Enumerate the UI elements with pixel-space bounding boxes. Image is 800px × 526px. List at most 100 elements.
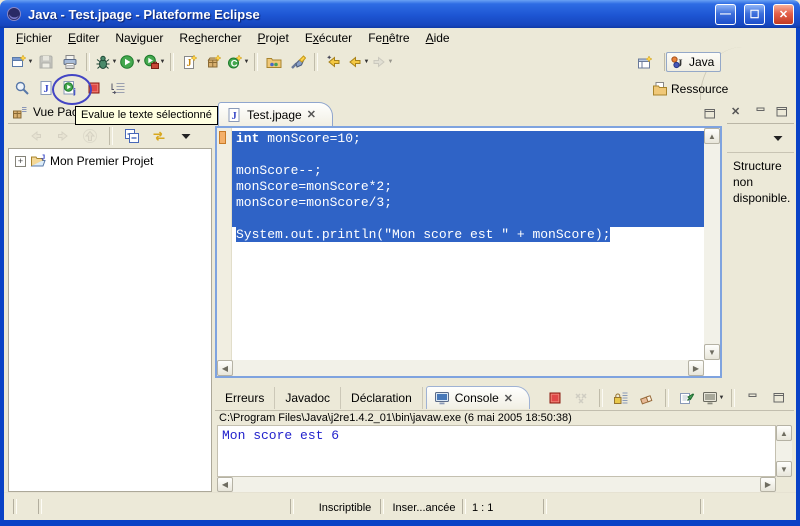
maximize-button[interactable]: ☐ [744, 4, 765, 25]
menu-aide[interactable]: Aide [418, 29, 458, 47]
maximize-outline-button[interactable] [774, 104, 790, 120]
menu-editer[interactable]: Editer [60, 29, 107, 47]
code-editor[interactable]: int monScore=10;monScore--;monScore=monS… [215, 126, 722, 378]
tab-javadoc[interactable]: Javadoc [275, 387, 341, 409]
menu-bar: FichierEditerNaviguerRechercherProjetExé… [4, 28, 796, 47]
status-writable: Inscriptible [302, 502, 388, 514]
back-button[interactable]: ▼ [346, 51, 370, 73]
new-java-project-button[interactable]: J [178, 51, 202, 73]
perspective-java-button[interactable]: J Java [666, 52, 721, 72]
minimize-button[interactable]: — [715, 4, 736, 25]
java-perspective-icon: J [670, 54, 686, 70]
dropdown-arrow-icon[interactable]: ▼ [719, 395, 725, 401]
dropdown-arrow-icon[interactable]: ▼ [28, 59, 34, 65]
close-editor-tab-icon[interactable]: ✕ [307, 108, 316, 121]
scroll-up-button[interactable]: ▲ [704, 128, 720, 144]
status-insert-mode: Inser...ancée [388, 502, 460, 514]
console-scroll-left-button[interactable]: ◀ [217, 477, 233, 492]
up-button [78, 125, 102, 147]
minimize-view-button[interactable] [741, 387, 765, 409]
menu-excuter[interactable]: Exécuter [297, 29, 360, 47]
console-scroll-right-button[interactable]: ▶ [760, 477, 776, 492]
console-icon [434, 390, 450, 406]
tree-item-label: Mon Premier Projet [50, 154, 153, 168]
status-divider [700, 499, 704, 514]
debug-button[interactable]: ▼ [94, 51, 118, 73]
tree-item-mon-premier-projet[interactable]: +JMon Premier Projet [11, 153, 209, 169]
open-type-button[interactable] [262, 51, 286, 73]
menu-projet[interactable]: Projet [249, 29, 296, 47]
main-toolbar-row1: ▼▼▼▼JC▼▼▼ [4, 49, 394, 75]
print-button[interactable] [58, 51, 82, 73]
run-external-tools-button[interactable]: ▼ [142, 51, 166, 73]
dropdown-arrow-icon[interactable]: ▼ [112, 59, 118, 65]
clear-console-button[interactable] [635, 387, 659, 409]
last-edit-location-button[interactable] [322, 51, 346, 73]
outline-menu-button[interactable] [770, 130, 786, 146]
open-perspective-button[interactable] [633, 52, 657, 74]
dropdown-arrow-icon[interactable]: ▼ [388, 59, 394, 65]
pin-console-button[interactable] [675, 387, 699, 409]
package-explorer-tab-label: Vue Pac [33, 105, 78, 119]
new-wizard-button[interactable]: ▼ [10, 51, 34, 73]
menu-rechercher[interactable]: Rechercher [171, 29, 249, 47]
console-process-header: C:\Program Files\Java\j2re1.4.2_01\bin\j… [219, 412, 774, 425]
console-output-area[interactable]: Mon score est 6 [217, 425, 776, 477]
perspective-resource-button[interactable]: Ressource [648, 79, 735, 99]
console-vscrollbar[interactable]: ▲ ▼ [776, 425, 792, 477]
chrome-max-icon [771, 390, 787, 406]
new-java-project-icon: J [182, 54, 198, 70]
code-line-3: monScore--; [232, 163, 704, 179]
title-bar[interactable]: Java - Test.jpage - Plateforme Eclipse —… [0, 0, 800, 28]
show-hierarchy-button[interactable] [106, 77, 130, 99]
collapse-all-button[interactable] [120, 125, 144, 147]
editor-vscrollbar[interactable]: ▲ ▼ [704, 128, 720, 360]
close-outline-tab-icon[interactable]: ✕ [731, 105, 740, 118]
dropdown-arrow-icon[interactable]: ▼ [244, 59, 250, 65]
code-text[interactable]: int monScore=10;monScore--;monScore=monS… [232, 128, 704, 360]
run-button[interactable]: ▼ [118, 51, 142, 73]
display-selected-console-button[interactable]: ▼ [701, 387, 725, 409]
maximize-view-button[interactable] [767, 387, 791, 409]
menu-fentre[interactable]: Fenêtre [360, 29, 417, 47]
console-scroll-down-button[interactable]: ▼ [776, 461, 792, 477]
search-button[interactable] [286, 51, 310, 73]
chrome-min-icon [745, 390, 761, 406]
console-hscrollbar[interactable]: ◀ ▶ [217, 477, 776, 492]
code-line-7: System.out.println("Mon score est " + mo… [232, 227, 704, 243]
tab-dclaration[interactable]: Déclaration [341, 387, 423, 409]
tab-console[interactable]: Console✕ [426, 386, 530, 409]
editor-tab-test-jpage[interactable]: J Test.jpage ✕ [218, 102, 333, 126]
collapse-all-icon [124, 128, 140, 144]
console-scroll-up-button[interactable]: ▲ [776, 425, 792, 441]
toolbar-separator [170, 53, 174, 71]
scroll-lock-button[interactable] [609, 387, 633, 409]
tab-erreurs[interactable]: Erreurs [215, 387, 275, 409]
back-icon [347, 54, 363, 70]
scroll-down-button[interactable]: ▼ [704, 344, 720, 360]
editor-tab-label: Test.jpage [247, 108, 302, 122]
editor-hscrollbar[interactable]: ◀ ▶ [217, 360, 704, 376]
open-type-icon [266, 54, 282, 70]
new-class-button[interactable]: C▼ [226, 51, 250, 73]
close-button[interactable]: ✕ [773, 4, 794, 25]
maximize-editor-button[interactable] [702, 106, 718, 122]
status-divider [38, 499, 42, 514]
inspect-button[interactable] [10, 77, 34, 99]
menu-naviguer[interactable]: Naviguer [107, 29, 171, 47]
dropdown-arrow-icon[interactable]: ▼ [136, 59, 142, 65]
scroll-right-button[interactable]: ▶ [688, 360, 704, 376]
terminate-button[interactable] [543, 387, 567, 409]
window-border-right [796, 28, 800, 526]
close-console-tab-icon[interactable]: ✕ [504, 392, 513, 405]
dropdown-arrow-icon[interactable]: ▼ [160, 59, 166, 65]
minimize-outline-button[interactable] [753, 104, 769, 120]
link-with-editor-button[interactable] [147, 125, 171, 147]
view-menu-button[interactable] [174, 125, 198, 147]
new-package-button[interactable] [202, 51, 226, 73]
menu-fichier[interactable]: Fichier [8, 29, 60, 47]
tree-expand-icon[interactable]: + [15, 156, 26, 167]
dropdown-arrow-icon[interactable]: ▼ [364, 59, 370, 65]
back-button [24, 125, 48, 147]
scroll-left-button[interactable]: ◀ [217, 360, 233, 376]
